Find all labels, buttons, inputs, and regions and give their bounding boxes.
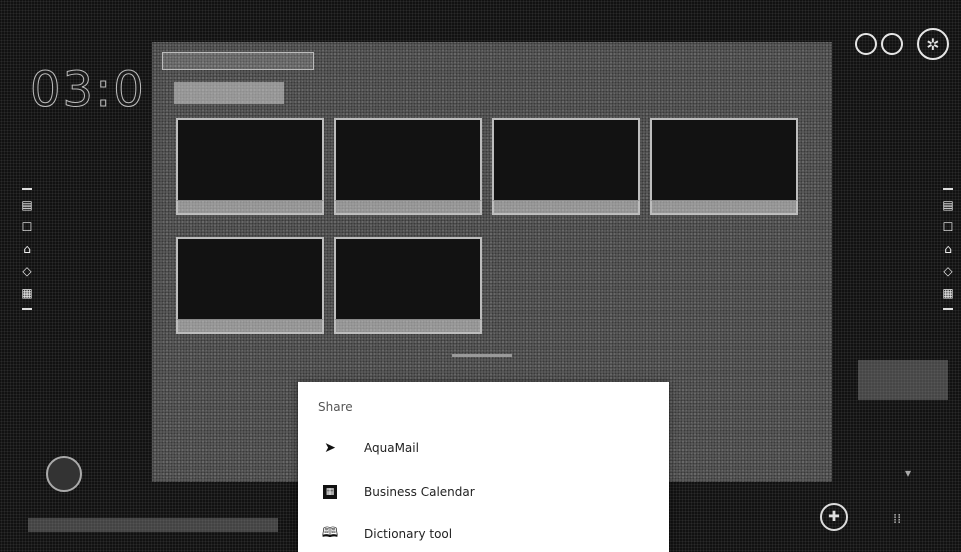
calendar-icon: ▦ bbox=[318, 485, 342, 499]
aquamail-icon: ➤ bbox=[324, 440, 336, 456]
apps-grid-icon[interactable]: ✚ bbox=[820, 503, 848, 531]
settings-icon[interactable]: ✲ bbox=[917, 28, 949, 60]
left-dock: ▤ ☐ ⌂ ◇ ▦ bbox=[18, 188, 36, 310]
edit-icon[interactable]: ☐ bbox=[22, 220, 33, 234]
right-widget bbox=[858, 360, 948, 400]
home-icon[interactable]: ⌂ bbox=[944, 242, 952, 256]
app-thumbnail-grid bbox=[176, 118, 798, 334]
right-dock: ▤ ☐ ⌂ ◇ ▦ bbox=[939, 188, 957, 310]
share-target-dictionary-tool[interactable]: 🕮 Dictionary tool bbox=[298, 516, 669, 552]
empty-slot bbox=[650, 237, 798, 334]
top-status-icons: ✲ bbox=[855, 28, 949, 60]
diamond-icon[interactable]: ◇ bbox=[22, 264, 31, 278]
home-icon[interactable]: ⌂ bbox=[23, 242, 31, 256]
divider bbox=[22, 308, 32, 310]
launcher-button[interactable] bbox=[46, 456, 82, 492]
scrollbar[interactable] bbox=[452, 354, 512, 357]
clipboard-icon[interactable]: ▤ bbox=[21, 198, 32, 212]
divider bbox=[943, 308, 953, 310]
toggle-icon[interactable] bbox=[855, 33, 903, 55]
clipboard-icon[interactable]: ▤ bbox=[942, 198, 953, 212]
menu-dots-icon[interactable]: ⁞⁞ bbox=[893, 512, 901, 527]
app-thumbnail[interactable] bbox=[650, 118, 798, 215]
window-heading bbox=[174, 82, 284, 104]
divider bbox=[943, 188, 953, 190]
grid-icon[interactable]: ▦ bbox=[942, 286, 953, 300]
clock-widget: 03:0 bbox=[30, 62, 146, 119]
app-thumbnail[interactable] bbox=[176, 118, 324, 215]
edit-icon[interactable]: ☐ bbox=[943, 220, 954, 234]
window-title-bar bbox=[162, 52, 314, 70]
book-icon: 🕮 bbox=[321, 525, 339, 541]
app-thumbnail[interactable] bbox=[492, 118, 640, 215]
share-sheet-title: Share bbox=[318, 400, 353, 414]
empty-slot bbox=[492, 237, 640, 334]
share-target-business-calendar[interactable]: ▦ Business Calendar bbox=[298, 474, 669, 510]
divider bbox=[22, 188, 32, 190]
app-thumbnail[interactable] bbox=[176, 237, 324, 334]
app-thumbnail[interactable] bbox=[334, 118, 482, 215]
chevron-down-icon[interactable]: ▾ bbox=[905, 466, 911, 480]
app-thumbnail[interactable] bbox=[334, 237, 482, 334]
share-target-label: AquaMail bbox=[364, 441, 419, 455]
share-target-label: Dictionary tool bbox=[364, 527, 453, 541]
grid-icon[interactable]: ▦ bbox=[21, 286, 32, 300]
diamond-icon[interactable]: ◇ bbox=[943, 264, 952, 278]
share-target-aquamail[interactable]: ➤ AquaMail bbox=[298, 430, 669, 466]
share-target-label: Business Calendar bbox=[364, 485, 475, 499]
bottom-shortcut-bar bbox=[28, 518, 278, 532]
share-sheet: Share ➤ AquaMail ▦ Business Calendar 🕮 D… bbox=[298, 382, 669, 552]
